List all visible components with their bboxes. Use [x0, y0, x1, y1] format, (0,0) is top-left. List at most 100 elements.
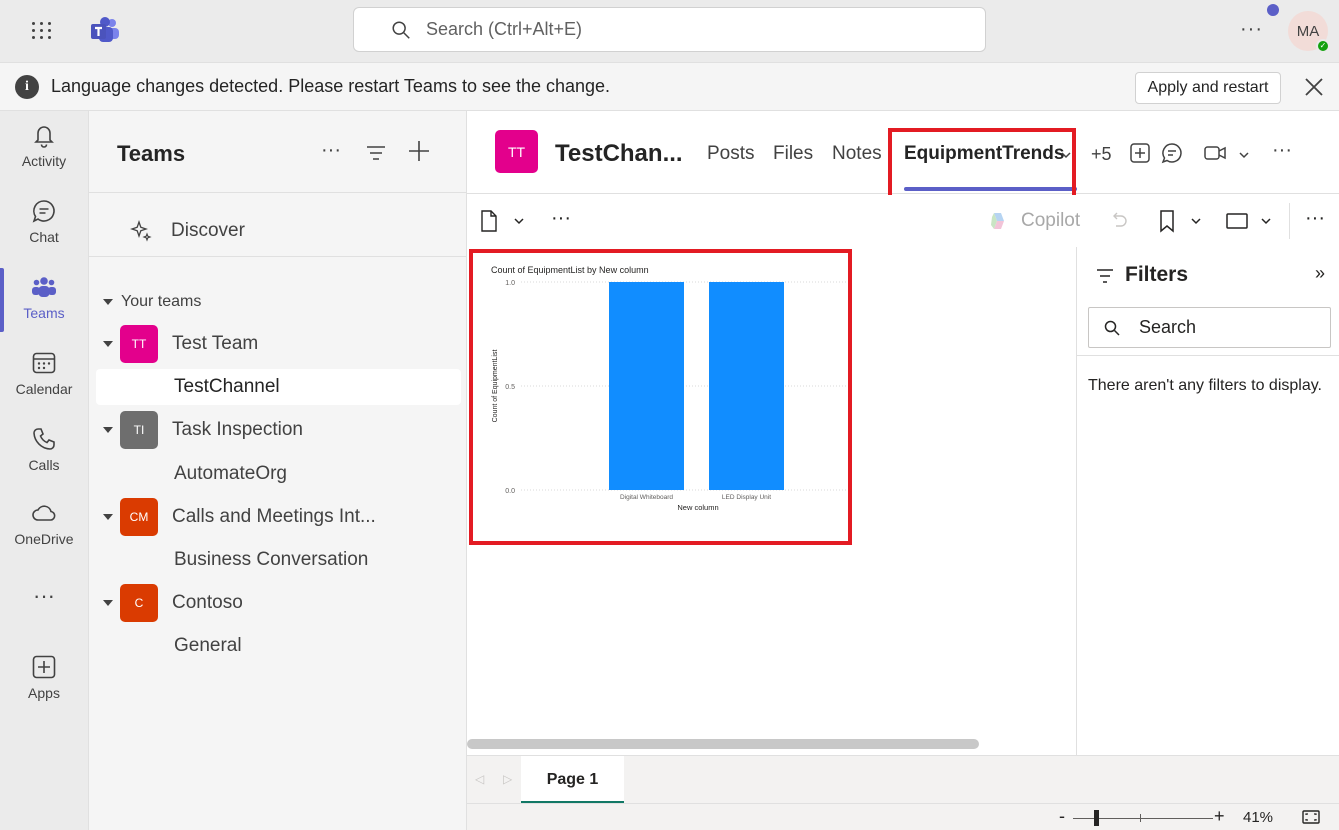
channel-general[interactable]: General: [96, 628, 461, 664]
filters-title: Filters: [1125, 263, 1189, 286]
video-call-icon[interactable]: [1203, 141, 1227, 165]
rail-label: Apps: [28, 685, 60, 701]
channel-name: General: [174, 635, 242, 656]
undo-icon[interactable]: [1109, 210, 1129, 230]
filter-icon: [1097, 269, 1113, 283]
rail-label: Chat: [29, 229, 59, 245]
zoom-in-button[interactable]: +: [1214, 806, 1225, 827]
channel-avatar: TT: [495, 130, 538, 173]
rail-item-onedrive[interactable]: OneDrive: [0, 489, 88, 559]
teams-panel: Teams ··· Discover Your teams TT Test Te…: [88, 111, 467, 830]
more-tabs-button[interactable]: +5: [1091, 144, 1112, 165]
x-axis-label: New column: [677, 503, 718, 512]
rail-item-teams[interactable]: Teams: [0, 263, 88, 333]
file-icon[interactable]: [479, 209, 499, 233]
channel-name: TestChannel: [174, 376, 280, 397]
tab-equipmenttrends[interactable]: EquipmentTrends: [904, 143, 1064, 165]
rail-label: Calls: [28, 457, 60, 473]
add-icon[interactable]: [407, 139, 431, 163]
caret-down-icon: [103, 299, 113, 305]
discover-button[interactable]: Discover: [89, 205, 467, 257]
tab-files[interactable]: Files: [773, 143, 813, 165]
search-icon: [392, 20, 410, 39]
more-icon: ···: [33, 583, 55, 608]
rail-more-apps[interactable]: ···: [0, 577, 88, 617]
more-options-icon[interactable]: ···: [1305, 207, 1325, 230]
rail-item-activity[interactable]: Activity: [0, 111, 88, 181]
rail-label: Calendar: [15, 381, 73, 397]
channel-title[interactable]: TestChan...: [555, 140, 683, 168]
conversation-icon[interactable]: [1160, 141, 1184, 165]
chevron-down-icon[interactable]: [1190, 216, 1202, 226]
chevron-down-icon[interactable]: [1060, 150, 1072, 160]
zoom-out-button[interactable]: -: [1059, 806, 1065, 827]
more-options-icon[interactable]: ···: [321, 139, 341, 162]
team-avatar: C: [120, 584, 158, 622]
rail-label: Teams: [23, 305, 65, 321]
add-tab-icon[interactable]: [1128, 141, 1152, 165]
rail-item-chat[interactable]: Chat: [0, 187, 88, 257]
your-teams-header[interactable]: Your teams: [103, 293, 201, 311]
team-task-inspection[interactable]: TI Task Inspection: [89, 408, 467, 452]
apply-and-restart-button[interactable]: Apply and restart: [1135, 72, 1281, 104]
team-calls-and-meetings[interactable]: CM Calls and Meetings Int...: [89, 495, 467, 539]
channel-testchannel[interactable]: TestChannel: [96, 369, 461, 405]
tab-notes[interactable]: Notes: [832, 143, 882, 165]
main-content: TT TestChan... Posts Files Notes Equipme…: [466, 111, 1339, 830]
rail-item-calendar[interactable]: Calendar: [0, 339, 88, 409]
more-options-icon[interactable]: ···: [551, 207, 571, 230]
zoom-slider-midmark: [1140, 814, 1141, 822]
title-bar: Search (Ctrl+Alt+E) ··· MA ✓: [0, 0, 1339, 62]
copilot-label: Copilot: [1021, 210, 1081, 231]
bell-icon: [34, 126, 54, 148]
fit-to-page-icon[interactable]: [1301, 808, 1321, 826]
channel-automateorg[interactable]: AutomateOrg: [96, 456, 461, 492]
copilot-button[interactable]: Copilot: [987, 209, 1080, 233]
bookmark-icon[interactable]: [1157, 209, 1177, 233]
filter-icon[interactable]: [365, 143, 387, 163]
rail-label: OneDrive: [14, 531, 74, 547]
search-icon: [1104, 320, 1120, 336]
caret-down-icon: [103, 427, 113, 433]
filters-divider: [1077, 355, 1339, 356]
rail-item-apps[interactable]: Apps: [0, 643, 88, 713]
team-test-team[interactable]: TT Test Team: [89, 322, 467, 366]
teams-logo-icon: [91, 17, 119, 42]
app-launcher-icon[interactable]: [30, 18, 54, 42]
more-options-icon[interactable]: ···: [1272, 139, 1292, 162]
teams-panel-header: Teams ···: [89, 111, 467, 193]
next-page-icon[interactable]: ▷: [503, 772, 512, 786]
team-contoso[interactable]: C Contoso: [89, 581, 467, 625]
previous-page-icon[interactable]: ◁: [475, 772, 484, 786]
status-bar: - + 41%: [467, 803, 1339, 830]
filters-search-input[interactable]: Search: [1088, 307, 1331, 348]
team-avatar: CM: [120, 498, 158, 536]
page-tab-1[interactable]: Page 1: [521, 756, 624, 804]
more-options-icon[interactable]: ···: [1240, 18, 1263, 41]
close-icon[interactable]: [1302, 75, 1326, 99]
tab-posts[interactable]: Posts: [707, 143, 755, 165]
horizontal-scrollbar[interactable]: [467, 739, 979, 749]
caret-down-icon: [103, 600, 113, 606]
view-icon[interactable]: [1225, 211, 1249, 231]
teams-icon: [32, 277, 56, 297]
chevron-down-icon[interactable]: [1238, 150, 1250, 160]
info-icon: i: [15, 74, 39, 99]
avatar[interactable]: MA ✓: [1288, 11, 1330, 53]
chevron-down-icon[interactable]: [513, 216, 525, 226]
notice-message: Language changes detected. Please restar…: [51, 76, 611, 96]
report-canvas: Count of EquipmentList by New column 0.0…: [467, 247, 1075, 755]
channel-business-conversation[interactable]: Business Conversation: [96, 542, 461, 578]
collapse-chevron-icon[interactable]: »: [1315, 263, 1325, 284]
search-input[interactable]: Search (Ctrl+Alt+E): [353, 7, 986, 52]
presence-available-icon: ✓: [1316, 39, 1330, 53]
report-toolbar: ··· Copilot ···: [467, 195, 1339, 247]
bar-chart-visual[interactable]: Count of EquipmentList by New column 0.0…: [469, 249, 852, 545]
chevron-down-icon[interactable]: [1260, 216, 1272, 226]
zoom-slider-thumb[interactable]: [1094, 810, 1099, 826]
rail-item-calls[interactable]: Calls: [0, 415, 88, 485]
team-name: Contoso: [172, 592, 243, 613]
y-tick-label: 1.0: [505, 280, 515, 287]
calendar-icon: [32, 352, 56, 374]
rail-label: Activity: [21, 153, 67, 169]
